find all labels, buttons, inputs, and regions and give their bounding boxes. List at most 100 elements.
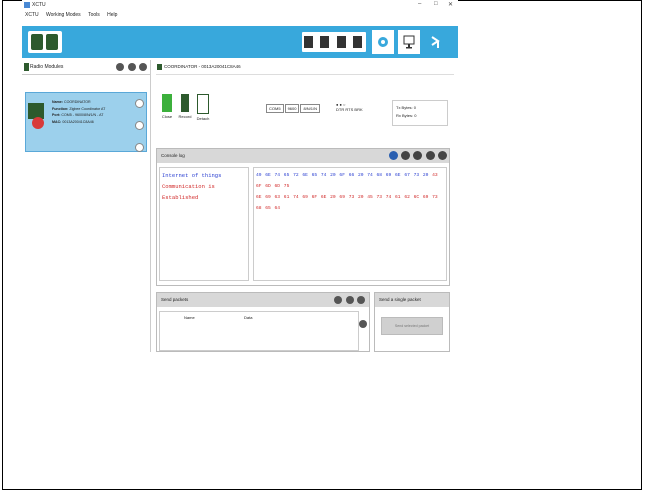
device-function: Zigbee Coordinator AT xyxy=(69,106,106,111)
tx-label: Tx Bytes: xyxy=(396,105,413,110)
col-name-header: Name xyxy=(184,315,195,320)
menu-working-modes[interactable]: Working Modes xyxy=(46,12,81,18)
radio-modules-icon xyxy=(24,63,29,71)
main-toolbar xyxy=(22,26,458,58)
serial-baud: 9600 xyxy=(284,104,300,113)
rx-value: 0 xyxy=(414,113,417,118)
send-single-title: Send a single packet xyxy=(379,297,421,302)
send-packets-header: Send packets xyxy=(157,293,369,307)
device-info: Name: COORDINATOR Function: Zigbee Coord… xyxy=(52,99,105,125)
discover-radio-icon[interactable] xyxy=(31,34,43,50)
app-icon xyxy=(24,2,30,8)
console-panel: COORDINATOR - 0013A20041C8A46 Close Reco… xyxy=(156,60,454,352)
close-button[interactable]: ✕ xyxy=(448,1,453,8)
console-hex-view[interactable]: 49 6E 74 65 72 6E 65 74 20 6F 66 20 74 6… xyxy=(253,167,447,281)
detach-icon xyxy=(197,94,209,114)
monitor-icon xyxy=(403,35,415,49)
radio-modules-panel: Radio Modules Name: COORDINATOR Function… xyxy=(22,60,151,352)
window-title: XCTU xyxy=(32,2,46,8)
detach-label: Detach xyxy=(196,116,210,121)
save-icon[interactable] xyxy=(413,151,423,160)
device-actions xyxy=(135,97,144,163)
send-packets-table[interactable]: Name Data xyxy=(159,311,359,351)
console-tab[interactable]: COORDINATOR - 0013A20041C8A46 xyxy=(156,60,454,75)
record-button[interactable]: Record xyxy=(178,94,192,124)
rx-label: Rx Bytes: xyxy=(396,113,414,118)
detach-button[interactable]: Detach xyxy=(196,94,210,124)
port-label: Port: xyxy=(52,113,61,117)
hex-line2-received: 6E 69 63 61 74 69 6F 6E 20 69 73 20 45 7… xyxy=(256,195,438,211)
radio-buttons-group xyxy=(28,31,62,53)
xbee-module-icon xyxy=(28,103,48,133)
close-device-icon[interactable] xyxy=(135,121,144,130)
console-mode-button[interactable] xyxy=(398,30,420,54)
serial-format: 8/N/1/N xyxy=(300,104,321,113)
remove-icon[interactable] xyxy=(139,63,147,71)
mode-buttons xyxy=(372,30,456,54)
menu-help[interactable]: Help xyxy=(107,12,117,18)
add-packet-button[interactable] xyxy=(334,296,343,304)
ascii-text-sent: Internet of things xyxy=(162,172,222,179)
device-mac: 0013A20041C8A46 xyxy=(62,119,94,124)
console-log-actions xyxy=(387,151,447,166)
move-up-icon[interactable] xyxy=(359,320,367,328)
network-mode-button[interactable] xyxy=(424,30,446,54)
device-card[interactable]: Name: COORDINATOR Function: Zigbee Coord… xyxy=(25,92,147,152)
xctu-window: XCTU – □ ✕ XCTU Working Modes Tools Help xyxy=(22,0,458,352)
add-packet-icon[interactable] xyxy=(388,151,398,160)
dtr-toggle[interactable]: DTR xyxy=(336,107,344,112)
console-controls: Close Record Detach COM5 9600 8/N/1/N ● ● … xyxy=(156,94,454,134)
console-tab-title: COORDINATOR - 0013A20041C8A46 xyxy=(164,64,241,69)
network-icon xyxy=(431,36,440,48)
frames-generator-icon[interactable] xyxy=(320,36,330,48)
send-single-header: Send a single packet xyxy=(375,293,449,307)
console-ascii-view[interactable]: Internet of things Communication is Esta… xyxy=(159,167,249,281)
device-port: COM5 - 9600/8/N/1/N - AT xyxy=(61,113,104,117)
serial-port: COM5 xyxy=(266,104,284,113)
console-log-title: Console log xyxy=(161,153,185,158)
delete-packet-button[interactable] xyxy=(357,296,365,304)
console-log: Console log Internet of things Communica… xyxy=(156,148,450,286)
settings-icon[interactable] xyxy=(127,63,136,71)
mac-label: MAC: xyxy=(52,119,62,124)
name-label: Name: xyxy=(52,100,63,104)
brk-toggle[interactable]: BRK xyxy=(354,107,362,112)
menu-xctu[interactable]: XCTU xyxy=(25,12,39,18)
radio-modules-title: Radio Modules xyxy=(30,64,64,70)
hex-toggle-icon[interactable] xyxy=(438,151,447,160)
search-icon[interactable] xyxy=(135,143,144,152)
device-name: COORDINATOR xyxy=(64,100,91,104)
send-packets-side xyxy=(357,315,367,333)
console-tab-icon xyxy=(157,64,162,70)
menu-tools[interactable]: Tools xyxy=(88,12,100,18)
ascii-text-received: Communication is Established xyxy=(162,183,215,201)
connect-icon xyxy=(162,94,172,112)
signal-toggles: ● ● ○ DTR RTS BRK xyxy=(336,102,363,112)
recovery-icon[interactable] xyxy=(336,36,346,48)
console-log-header: Console log xyxy=(157,149,449,163)
maximize-button[interactable]: □ xyxy=(434,1,438,7)
close-connection-button[interactable]: Close xyxy=(160,94,174,124)
send-selected-packet-button[interactable]: Send selected packet xyxy=(381,317,443,335)
edit-packet-button[interactable] xyxy=(345,296,354,304)
xbee-tools-icon[interactable] xyxy=(304,36,313,48)
rts-toggle[interactable]: RTS xyxy=(345,107,353,112)
serial-settings: COM5 9600 8/N/1/N xyxy=(266,104,321,113)
title-bar: XCTU – □ ✕ xyxy=(22,0,458,12)
configuration-mode-button[interactable] xyxy=(372,30,394,54)
close-connection-label: Close xyxy=(161,114,173,119)
filter-icon[interactable] xyxy=(116,63,125,71)
col-data-header: Data xyxy=(244,315,253,320)
disconnect-icon[interactable] xyxy=(135,99,144,108)
send-packets-title: Send packets xyxy=(161,297,189,302)
byte-counters: Tx Bytes: 0 Rx Bytes: 0 xyxy=(392,100,448,126)
add-radio-icon[interactable] xyxy=(46,34,58,50)
hex-line1-sent: 49 6E 74 65 72 6E 65 74 20 6F 66 20 74 6… xyxy=(256,173,429,178)
help-icon[interactable] xyxy=(353,36,363,48)
clear-icon[interactable] xyxy=(401,151,411,160)
radio-modules-actions xyxy=(114,63,147,77)
tx-value: 0 xyxy=(413,105,417,110)
tools-group xyxy=(302,32,366,52)
minimize-button[interactable]: – xyxy=(418,1,421,7)
pause-icon[interactable] xyxy=(425,151,435,160)
